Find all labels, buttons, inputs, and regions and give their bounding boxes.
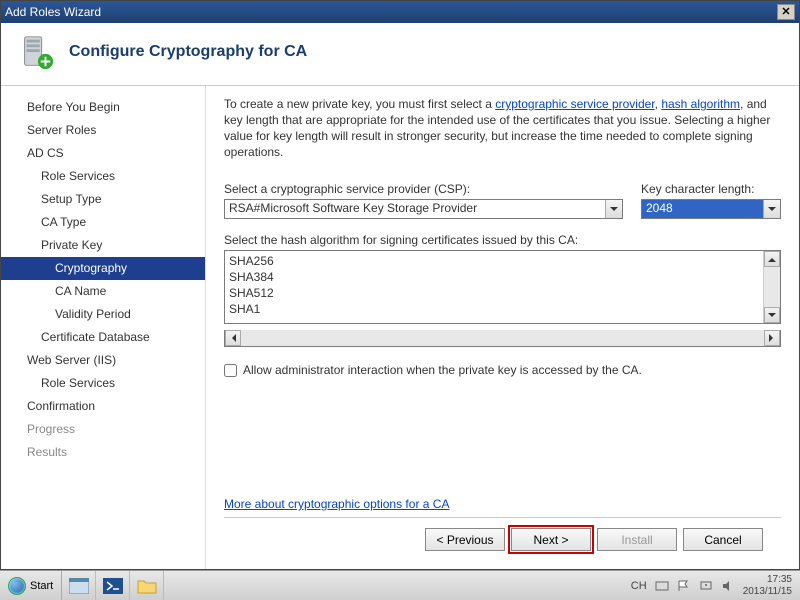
sidebar-item-private-key[interactable]: Private Key	[1, 234, 205, 257]
titlebar[interactable]: Add Roles Wizard ✕	[1, 1, 799, 23]
hash-option[interactable]: SHA256	[229, 253, 759, 269]
admin-interaction-checkbox[interactable]: Allow administrator interaction when the…	[224, 363, 781, 377]
cancel-button[interactable]: Cancel	[683, 528, 763, 551]
start-button[interactable]: Start	[0, 571, 62, 600]
hash-option[interactable]: SHA384	[229, 269, 759, 285]
checkbox-input[interactable]	[224, 364, 237, 377]
sidebar: Before You BeginServer RolesAD CSRole Se…	[1, 86, 205, 569]
wizard-body: Before You BeginServer RolesAD CSRole Se…	[1, 86, 799, 569]
keylen-dropdown[interactable]: 2048	[641, 199, 781, 219]
sidebar-item-certificate-database[interactable]: Certificate Database	[1, 326, 205, 349]
scroll-right-icon[interactable]	[764, 330, 780, 346]
wizard-window: Add Roles Wizard ✕ Configure Cryptograph…	[0, 0, 800, 570]
scroll-down-icon[interactable]	[764, 307, 780, 323]
sidebar-item-validity-period[interactable]: Validity Period	[1, 303, 205, 326]
sidebar-item-cryptography[interactable]: Cryptography	[1, 257, 205, 280]
csp-value: RSA#Microsoft Software Key Storage Provi…	[225, 200, 605, 218]
sidebar-item-role-services[interactable]: Role Services	[1, 372, 205, 395]
chevron-down-icon[interactable]	[605, 200, 622, 218]
sidebar-item-results[interactable]: Results	[1, 441, 205, 464]
hash-option[interactable]: SHA512	[229, 285, 759, 301]
keylen-label: Key character length:	[641, 182, 781, 196]
scroll-left-icon[interactable]	[225, 330, 241, 346]
sidebar-item-progress[interactable]: Progress	[1, 418, 205, 441]
taskbar-folder-icon[interactable]	[130, 571, 164, 600]
install-button: Install	[597, 528, 677, 551]
scroll-up-icon[interactable]	[764, 251, 780, 267]
tray-icon[interactable]	[655, 579, 669, 593]
server-icon	[17, 33, 55, 71]
sidebar-item-ad-cs[interactable]: AD CS	[1, 142, 205, 165]
window-title: Add Roles Wizard	[5, 5, 101, 19]
hash-listbox[interactable]: SHA256SHA384SHA512SHA1	[224, 250, 781, 324]
keylen-value: 2048	[642, 200, 763, 218]
chevron-down-icon[interactable]	[763, 200, 780, 218]
intro-text: To create a new private key, you must fi…	[224, 96, 781, 160]
sidebar-item-server-roles[interactable]: Server Roles	[1, 119, 205, 142]
page-header: Configure Cryptography for CA	[1, 23, 799, 86]
taskbar-powershell-icon[interactable]	[96, 571, 130, 600]
sidebar-item-role-services[interactable]: Role Services	[1, 165, 205, 188]
hash-list[interactable]: SHA256SHA384SHA512SHA1	[225, 251, 763, 323]
close-button[interactable]: ✕	[777, 4, 795, 20]
clock[interactable]: 17:35 2013/11/15	[743, 574, 792, 598]
sidebar-item-web-server-iis-[interactable]: Web Server (IIS)	[1, 349, 205, 372]
sidebar-item-ca-name[interactable]: CA Name	[1, 280, 205, 303]
csp-dropdown[interactable]: RSA#Microsoft Software Key Storage Provi…	[224, 199, 623, 219]
next-button[interactable]: Next >	[511, 528, 591, 551]
link-csp[interactable]: cryptographic service provider	[495, 97, 654, 111]
wizard-footer: < Previous Next > Install Cancel	[224, 517, 781, 561]
more-link[interactable]: More about cryptographic options for a C…	[224, 497, 781, 511]
windows-orb-icon	[8, 577, 26, 595]
sidebar-item-before-you-begin[interactable]: Before You Begin	[1, 96, 205, 119]
network-icon[interactable]	[699, 579, 713, 593]
horizontal-scrollbar[interactable]	[224, 330, 781, 347]
flag-icon[interactable]	[677, 579, 691, 593]
hash-label: Select the hash algorithm for signing ce…	[224, 233, 781, 247]
content-pane: To create a new private key, you must fi…	[205, 86, 799, 569]
link-hash[interactable]: hash algorithm	[661, 97, 740, 111]
csp-label: Select a cryptographic service provider …	[224, 182, 623, 196]
previous-button[interactable]: < Previous	[425, 528, 505, 551]
taskbar-explorer-icon[interactable]	[62, 571, 96, 600]
taskbar[interactable]: Start CH 17:35 2013/11/15	[0, 570, 800, 600]
system-tray[interactable]: CH 17:35 2013/11/15	[623, 574, 800, 598]
sidebar-item-ca-type[interactable]: CA Type	[1, 211, 205, 234]
sidebar-item-setup-type[interactable]: Setup Type	[1, 188, 205, 211]
page-title: Configure Cryptography for CA	[69, 43, 307, 61]
volume-icon[interactable]	[721, 579, 735, 593]
language-indicator[interactable]: CH	[631, 580, 647, 592]
vertical-scrollbar[interactable]	[763, 251, 780, 323]
hash-option[interactable]: SHA1	[229, 301, 759, 317]
sidebar-item-confirmation[interactable]: Confirmation	[1, 395, 205, 418]
